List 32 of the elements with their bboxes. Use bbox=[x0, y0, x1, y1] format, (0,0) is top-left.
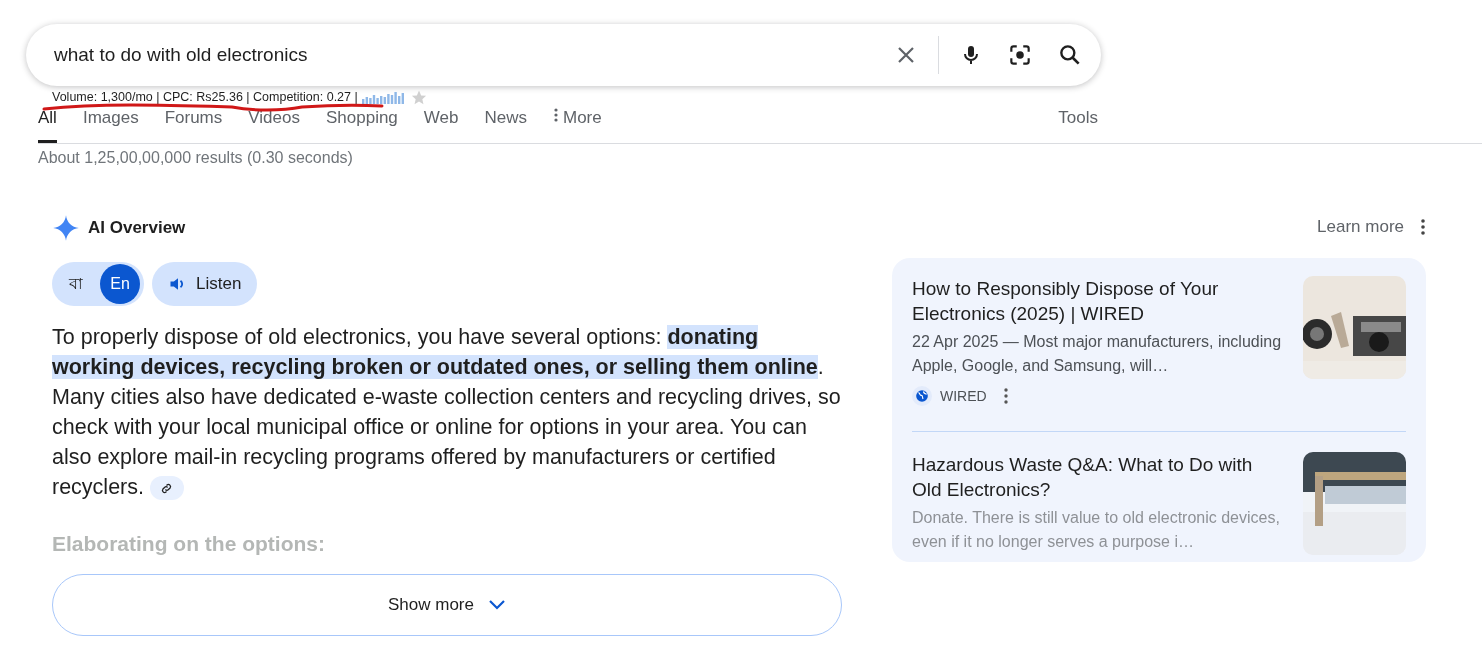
source-title[interactable]: Hazardous Waste Q&A: What to Do with Old Electronics? bbox=[912, 451, 1287, 502]
tab[interactable]: Videos bbox=[248, 105, 300, 143]
overview-paragraph: To properly dispose of old electronics, you have several options: donating working devices, recycling broken or outdated ones, or selling them online. Many cities also have dedicated e-waste collection centers and recycling drives, so check with your local municipal office or online for options in your area. You can also explore mail-in recycling programs offered by manufacturers or certified recyclers. bbox=[52, 324, 842, 502]
chevron-icon bbox=[488, 598, 506, 611]
language-option[interactable]: বা bbox=[56, 264, 96, 304]
tab[interactable]: All bbox=[38, 105, 57, 143]
more-options-icon[interactable] bbox=[1420, 217, 1426, 236]
more-options-icon[interactable] bbox=[1002, 387, 1009, 405]
source-title[interactable]: How to Responsibly Dispose of Your Electronics (2025) | WIRED bbox=[912, 275, 1287, 326]
search-field[interactable]: what to do with old electronics bbox=[52, 39, 874, 71]
language-option[interactable]: En bbox=[100, 264, 140, 304]
source-snippet: 22 Apr 2025 — Most major manufacturers, including Apple, Google, and Samsung, will… bbox=[912, 331, 1283, 376]
tab[interactable]: Web bbox=[423, 105, 459, 143]
link-icon[interactable] bbox=[149, 476, 184, 501]
listen-button[interactable]: Listen bbox=[152, 262, 258, 306]
bar-chart-icon bbox=[361, 90, 406, 104]
section-title: AI Overview bbox=[88, 217, 186, 240]
tools-button[interactable]: Tools bbox=[1058, 105, 1098, 143]
keyword-stats: Volume: 1,300/mo | CPC: Rs25.36 | Competition: 0.27 | bbox=[52, 88, 358, 106]
sparkle-icon bbox=[52, 214, 80, 242]
show-more-button[interactable]: Show more bbox=[52, 573, 842, 636]
globe-icon bbox=[912, 386, 932, 406]
learn-more-link[interactable]: Learn more bbox=[1317, 214, 1404, 240]
subheading: Elaborating on the options: bbox=[52, 531, 326, 557]
result-stats: About 1,25,00,00,000 results (0.30 seconds) bbox=[38, 148, 354, 168]
tab[interactable]: Shopping bbox=[325, 105, 398, 143]
source-site: WIRED bbox=[940, 386, 987, 406]
source-snippet: Donate. There is still value to old electronic devices, even if it no longer serves a purpose i… bbox=[912, 507, 1281, 552]
tab[interactable]: News bbox=[484, 105, 527, 143]
tab[interactable]: Images bbox=[82, 105, 139, 143]
tab[interactable]: Forums bbox=[164, 105, 223, 143]
tab[interactable]: More bbox=[553, 105, 602, 143]
